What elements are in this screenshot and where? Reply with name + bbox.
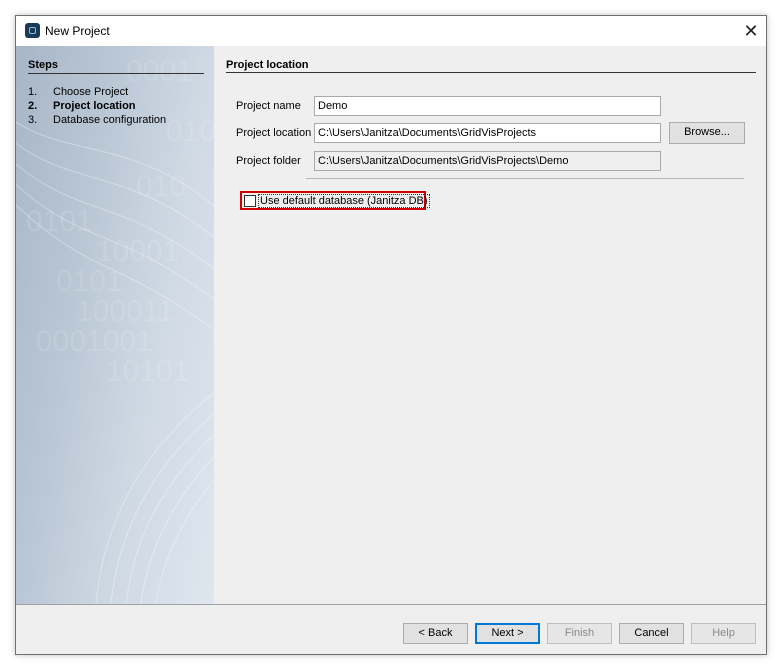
step-label: Project location [53,100,136,112]
svg-text:0101: 0101 [56,265,123,298]
close-icon[interactable]: ✕ [736,16,766,46]
cancel-button[interactable]: Cancel [619,623,684,644]
steps-divider [28,73,204,74]
section-separator [306,178,744,179]
project-folder-field: C:\Users\Janitza\Documents\GridVisProjec… [314,151,661,171]
step-number: 1. [28,86,38,98]
step-label: Database configuration [53,114,167,126]
project-folder-label: Project folder [236,155,301,167]
svg-text:010: 010 [136,170,186,203]
svg-text:010: 010 [166,115,214,148]
svg-text:0101: 0101 [26,205,93,238]
step-number: 3. [28,114,38,126]
next-button[interactable]: Next > [475,623,540,644]
title-bar: New Project ✕ [16,16,766,46]
default-database-checkbox[interactable] [244,195,256,207]
window-title: New Project [45,24,110,38]
svg-text:10101: 10101 [106,355,189,388]
steps-title: Steps [28,59,58,71]
project-name-label: Project name [236,100,301,112]
svg-text:0001001: 0001001 [36,325,153,358]
help-button[interactable]: Help [691,623,756,644]
default-database-label[interactable]: Use default database (Janitza DB) [258,194,430,208]
footer-divider [16,604,766,605]
svg-text:100011: 100011 [76,295,174,328]
browse-button[interactable]: Browse... [669,122,745,144]
page-title: Project location [226,59,309,71]
app-icon [25,23,40,38]
step-number: 2. [28,100,38,112]
new-project-dialog: New Project ✕ 0001 010 010 0101 10001 01… [15,15,767,655]
steps-panel: 0001 010 010 0101 10001 0101 100011 0001… [16,46,214,604]
project-name-field[interactable]: Demo [314,96,661,116]
step-label: Choose Project [53,86,129,98]
page-title-divider [226,72,756,73]
svg-text:10001: 10001 [96,235,179,268]
decorative-background: 0001 010 010 0101 10001 0101 100011 0001… [16,55,214,604]
svg-text:0001: 0001 [126,55,193,88]
project-location-field[interactable]: C:\Users\Janitza\Documents\GridVisProjec… [314,123,661,143]
back-button[interactable]: < Back [403,623,468,644]
finish-button[interactable]: Finish [547,623,612,644]
project-location-label: Project location [236,127,312,139]
